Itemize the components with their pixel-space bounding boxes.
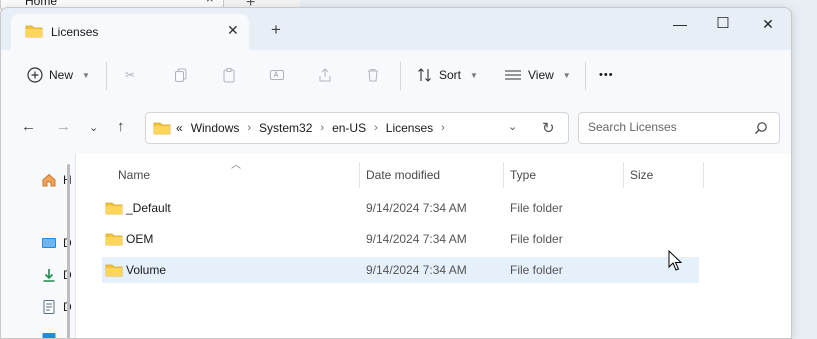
search-box[interactable] [578, 112, 780, 144]
chevron-right-icon[interactable]: › [374, 122, 378, 134]
file-row-oem[interactable]: OEM 9/14/2024 7:34 AM File folder [102, 226, 699, 252]
folder-icon [105, 233, 123, 246]
sort-icon [418, 68, 431, 82]
delete-icon[interactable] [365, 65, 381, 85]
maximize-button[interactable]: ☐ [700, 10, 746, 38]
desktop-icon [42, 238, 56, 248]
view-button-label: View [528, 68, 554, 82]
navigation-scrollbar[interactable] [67, 164, 70, 338]
file-date-modified: 9/14/2024 7:34 AM [366, 263, 467, 277]
column-divider[interactable] [359, 162, 360, 188]
sort-button[interactable]: Sort ▼ [417, 65, 478, 85]
forward-icon[interactable]: → [56, 118, 71, 135]
title-bar: Licenses ✕ + — ☐ ✕ [1, 8, 791, 50]
recent-locations-icon[interactable]: ⌄ [89, 121, 98, 134]
chevron-right-icon[interactable]: › [247, 122, 251, 134]
share-icon[interactable] [317, 65, 333, 85]
new-tab-icon[interactable]: + [271, 20, 281, 40]
column-header-type[interactable]: Type [510, 168, 536, 182]
more-options-icon: ••• [599, 69, 614, 81]
close-button[interactable]: ✕ [745, 10, 791, 38]
mouse-cursor-icon [668, 250, 682, 271]
chevron-right-icon[interactable]: › [320, 122, 324, 134]
chevron-down-icon: ▼ [470, 70, 478, 80]
divider [585, 62, 586, 90]
navigation-pane: H D D D [1, 154, 76, 338]
folder-icon [153, 122, 171, 135]
documents-icon [43, 300, 55, 314]
file-row-volume[interactable]: Volume 9/14/2024 7:34 AM File folder [102, 257, 699, 283]
breadcrumb-windows[interactable]: Windows [191, 121, 240, 135]
file-row-default[interactable]: _Default 9/14/2024 7:34 AM File folder [102, 195, 699, 221]
tab-close-icon[interactable]: ✕ [227, 22, 239, 39]
column-divider[interactable] [503, 162, 504, 188]
search-input[interactable] [586, 119, 750, 135]
breadcrumb-en-us[interactable]: en-US [332, 121, 366, 135]
column-divider[interactable] [703, 162, 704, 188]
address-history-chevron-icon[interactable]: ⌄ [508, 120, 517, 133]
chevron-right-icon[interactable]: › [441, 122, 445, 134]
folder-icon [105, 264, 123, 277]
tab-licenses[interactable]: Licenses ✕ [11, 14, 249, 50]
back-icon[interactable]: ← [21, 118, 36, 135]
command-bar: New ▼ ✂ Sort ▼ View ▼ ••• [1, 50, 791, 101]
divider [400, 62, 401, 90]
chevron-down-icon: ▼ [82, 70, 90, 80]
file-date-modified: 9/14/2024 7:34 AM [366, 201, 467, 215]
new-button[interactable]: New ▼ [27, 65, 90, 85]
refresh-icon[interactable]: ↻ [542, 119, 555, 137]
navigation-bar: ← → ⌄ ↑ « Windows › System32 › en-US › L… [1, 100, 791, 154]
pictures-icon [42, 333, 56, 338]
file-date-modified: 9/14/2024 7:34 AM [366, 232, 467, 246]
file-name: Volume [126, 263, 167, 277]
breadcrumb-licenses[interactable]: Licenses [386, 121, 433, 135]
file-explorer-window: Licenses ✕ + — ☐ ✕ New ▼ ✂ Sort ▼ View ▼ ••… [0, 7, 792, 339]
view-button[interactable]: View ▼ [504, 65, 571, 85]
column-header-name[interactable]: Name [118, 168, 150, 182]
chevron-down-icon: ▼ [562, 70, 571, 80]
file-type: File folder [510, 201, 563, 215]
breadcrumb: « Windows › System32 › en-US › Licenses … [176, 121, 445, 135]
background-tab-close-icon[interactable]: × [206, 0, 214, 6]
rename-icon[interactable] [269, 65, 285, 85]
copy-icon[interactable] [173, 65, 189, 85]
folder-icon [105, 202, 123, 215]
up-icon[interactable]: ↑ [117, 118, 125, 135]
file-type: File folder [510, 263, 563, 277]
downloads-icon [43, 269, 55, 282]
divider [106, 62, 107, 90]
breadcrumb-system32[interactable]: System32 [259, 121, 312, 135]
sort-ascending-icon: ︿ [231, 160, 241, 171]
minimize-button[interactable]: — [657, 10, 703, 38]
new-button-label: New [49, 68, 74, 82]
home-icon [42, 173, 56, 187]
file-name: OEM [126, 232, 154, 246]
more-options-button[interactable]: ••• [599, 65, 614, 85]
view-icon [505, 70, 521, 80]
search-icon [755, 122, 767, 134]
file-type: File folder [510, 232, 563, 246]
folder-icon [25, 25, 43, 38]
breadcrumb-overflow[interactable]: « [176, 121, 183, 135]
column-header-size[interactable]: Size [630, 168, 653, 182]
column-header-date-modified[interactable]: Date modified [366, 168, 440, 182]
column-divider[interactable] [623, 162, 624, 188]
file-name: _Default [126, 201, 171, 215]
paste-icon[interactable] [221, 65, 237, 85]
address-bar[interactable]: « Windows › System32 › en-US › Licenses … [145, 112, 569, 144]
sort-button-label: Sort [439, 68, 462, 82]
cut-icon[interactable]: ✂ [125, 65, 135, 85]
plus-circle-icon [27, 67, 43, 83]
tab-title: Licenses [51, 25, 99, 39]
content-area: H D D D ︿ Name Date modified Type [1, 154, 791, 338]
